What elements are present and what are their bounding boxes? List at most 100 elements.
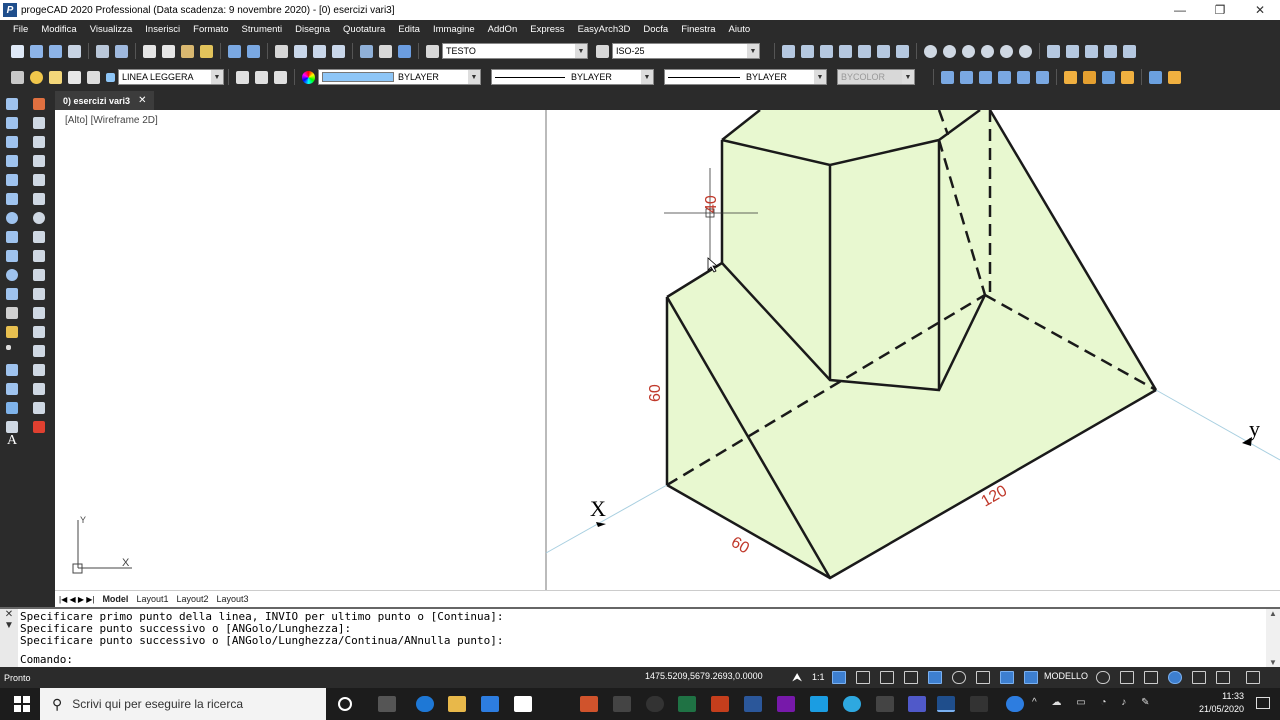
close-icon[interactable]: ✕ — [5, 609, 13, 620]
view-top-icon[interactable] — [941, 70, 954, 84]
region-icon[interactable] — [6, 402, 18, 414]
view-right-icon[interactable] — [998, 70, 1011, 84]
ortho-icon[interactable] — [928, 671, 942, 684]
hatch-icon[interactable] — [6, 364, 18, 376]
annotation-scale[interactable]: 1:1 — [812, 672, 825, 682]
dim-style-select[interactable]: ISO-25 ▼ — [612, 43, 760, 59]
command-input[interactable]: Comando: — [20, 653, 73, 666]
word-icon[interactable] — [744, 696, 762, 712]
app-w-icon[interactable] — [843, 696, 861, 712]
chevron-down-icon[interactable]: ▼ — [747, 44, 759, 58]
menu-inserisci[interactable]: Inserisci — [145, 24, 180, 35]
print-preview-icon[interactable] — [115, 44, 128, 58]
join-icon[interactable] — [33, 345, 45, 357]
layer-manager-icon[interactable] — [11, 70, 24, 84]
powerpoint-icon[interactable] — [711, 696, 729, 712]
workspace-icon[interactable] — [1144, 671, 1158, 684]
ellipse-arc-icon[interactable] — [6, 288, 18, 300]
menu-strumenti[interactable]: Strumenti — [242, 24, 283, 35]
minimize-button[interactable]: — — [1160, 0, 1200, 20]
maximize-button[interactable]: ❐ — [1200, 0, 1240, 20]
ucs-icon[interactable] — [1149, 70, 1162, 84]
text-icon[interactable]: A — [7, 433, 17, 449]
ucs-world-icon[interactable] — [1168, 70, 1181, 84]
break-icon[interactable] — [33, 326, 45, 338]
tab-model[interactable]: Model — [102, 594, 128, 604]
view-front-icon[interactable] — [1017, 70, 1030, 84]
snap-endpoint-icon[interactable] — [924, 44, 937, 58]
spline-icon[interactable] — [6, 250, 18, 262]
progecad-app-icon[interactable]: P — [3, 3, 17, 17]
menu-finestra[interactable]: Finestra — [681, 24, 715, 35]
otrack-icon[interactable] — [1000, 671, 1014, 684]
zoom-realtime-icon[interactable] — [294, 44, 307, 58]
tab-layout1[interactable]: Layout1 — [136, 594, 168, 604]
snap-nearest-icon[interactable] — [1104, 44, 1117, 58]
pan-icon[interactable] — [275, 44, 288, 58]
tray-icons[interactable]: ^ ☁ ▭ ◔ ♪ ✎ — [1032, 697, 1155, 708]
fillet-icon[interactable] — [33, 383, 45, 395]
menu-easyarch3d[interactable]: EasyArch3D — [578, 24, 631, 35]
taskbar-clock[interactable]: 11:33 21/05/2020 — [1199, 690, 1244, 716]
polygon-icon[interactable] — [6, 155, 18, 167]
stretch-icon[interactable] — [33, 250, 45, 262]
menu-disegna[interactable]: Disegna — [295, 24, 330, 35]
chevron-down-icon[interactable]: ▼ — [468, 70, 480, 84]
chamfer-icon[interactable] — [33, 364, 45, 376]
isolate-icon[interactable] — [1168, 671, 1182, 684]
screen-recorder-icon[interactable] — [970, 696, 988, 712]
print-icon[interactable] — [96, 44, 109, 58]
auto-scale-icon[interactable] — [856, 671, 870, 684]
annotation-scale-icon[interactable]: ⮝ — [792, 670, 802, 685]
block-insert-icon[interactable] — [1064, 70, 1077, 84]
color-wheel-icon[interactable] — [302, 70, 315, 84]
close-icon[interactable]: ✕ — [138, 95, 146, 106]
whiteboard-icon[interactable] — [810, 696, 828, 712]
menu-quotatura[interactable]: Quotatura — [343, 24, 385, 35]
model-space-toggle[interactable]: MODELLO — [1044, 671, 1088, 681]
chevron-down-icon[interactable]: ▼ — [575, 44, 587, 58]
snap-midpoint-icon[interactable] — [943, 44, 956, 58]
dim-radius-icon[interactable] — [839, 44, 852, 58]
edge-icon[interactable] — [416, 696, 434, 712]
drawing-canvas[interactable]: [Alto] [Wireframe 2D] Y X 40 60 60 120 X… — [55, 110, 1280, 590]
view-left-icon[interactable] — [979, 70, 992, 84]
menu-express[interactable]: Express — [530, 24, 564, 35]
fullscreen-icon[interactable] — [1246, 671, 1260, 684]
close-button[interactable]: ✕ — [1240, 0, 1280, 20]
image-attach-icon[interactable] — [1121, 70, 1134, 84]
paste-icon[interactable] — [181, 44, 194, 58]
layer-on-icon[interactable] — [30, 70, 43, 84]
chevron-down-icon[interactable]: ▼ — [4, 620, 14, 631]
layer-lock-icon[interactable] — [68, 70, 81, 84]
excel-icon[interactable] — [678, 696, 696, 712]
taskbar-search[interactable]: ⚲ Scrivi qui per eseguire la ricerca — [40, 688, 326, 720]
help-icon[interactable] — [398, 44, 411, 58]
onenote-icon[interactable] — [777, 696, 795, 712]
rotate-icon[interactable] — [33, 212, 45, 224]
paint-icon[interactable] — [613, 696, 631, 712]
open-file-icon[interactable] — [30, 44, 43, 58]
move-icon[interactable] — [33, 193, 45, 205]
arc-icon[interactable] — [6, 193, 18, 205]
dim-continue-icon[interactable] — [896, 44, 909, 58]
snap-clear-icon[interactable] — [1123, 44, 1136, 58]
doc-tab[interactable]: 0) esercizi vari3 ✕ — [55, 91, 155, 110]
lineweight-select[interactable]: BYLAYER ▼ — [664, 69, 827, 85]
snap-tangent-icon[interactable] — [1085, 44, 1098, 58]
menu-formato[interactable]: Formato — [193, 24, 228, 35]
snap-quadrant-icon[interactable] — [1000, 44, 1013, 58]
snap-center-icon[interactable] — [962, 44, 975, 58]
save-icon[interactable] — [49, 44, 62, 58]
scale-icon[interactable] — [33, 231, 45, 243]
lengthen-icon[interactable] — [33, 269, 45, 281]
snap-perpendicular-icon[interactable] — [1066, 44, 1079, 58]
help-icon[interactable] — [1006, 696, 1024, 712]
command-scrollbar[interactable]: ▲ ▼ — [1266, 609, 1280, 667]
layer-freeze-icon[interactable] — [49, 70, 62, 84]
lineweight-icon[interactable] — [1024, 671, 1038, 684]
menu-edita[interactable]: Edita — [398, 24, 420, 35]
polyline-icon[interactable] — [6, 136, 18, 148]
design-center-icon[interactable] — [379, 44, 392, 58]
zoom-window-icon[interactable] — [313, 44, 326, 58]
